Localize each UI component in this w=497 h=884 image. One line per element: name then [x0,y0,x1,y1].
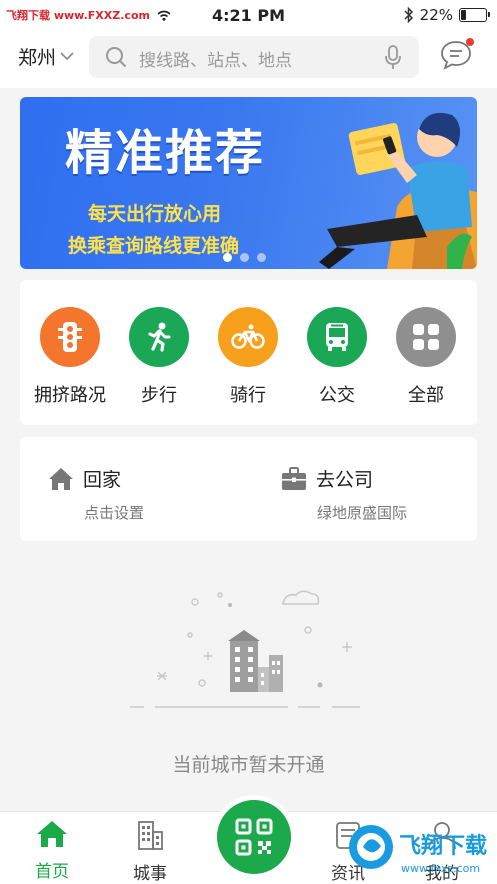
shortcut-places-card: 回家 点击设置 去公司 绿地原盛国际 [20,437,477,541]
bicycle-icon [218,307,278,367]
search-bar[interactable]: 搜线路、站点、地点 [89,36,419,78]
banner-subtitle-1: 每天出行放心用 [88,203,222,225]
top-header: 郑州 搜线路、站点、地点 [0,32,497,88]
carousel-indicator[interactable] [223,253,266,262]
quick-action-label: 全部 [408,385,444,406]
scan-qr-button[interactable] [217,800,291,874]
go-work-shortcut[interactable]: 去公司 绿地原盛国际 [281,465,407,523]
carousel-dot[interactable] [240,253,249,262]
city-unavailable-illustration [130,590,360,708]
svg-text:飞翔下载: 飞翔下载 [399,833,487,859]
quick-action-label: 拥挤路况 [34,385,106,406]
home-icon [49,467,73,490]
tab-home[interactable]: 首页 [12,820,92,882]
building-icon [138,821,163,850]
go-work-title: 去公司 [316,469,374,491]
chevron-down-icon [60,52,74,61]
carousel-dot[interactable] [223,253,232,262]
quick-action-label: 公交 [319,385,355,406]
bluetooth-icon [404,7,413,23]
empty-state-message: 当前城市暂未开通 [172,754,325,776]
quick-action-label: 步行 [141,385,177,406]
notification-dot [466,38,474,46]
carousel-dot[interactable] [257,253,266,262]
quick-action-bus[interactable]: 公交 [292,307,382,407]
quick-action-bike[interactable]: 骑行 [203,307,293,407]
search-icon [106,47,127,68]
quick-action-traffic[interactable]: 拥挤路况 [25,307,115,407]
banner-title: 精准推荐 [65,125,266,181]
city-name: 郑州 [18,47,57,69]
banner-illustration [319,112,477,269]
banner-subtitle-2: 换乘查询路线更准确 [68,235,240,257]
watermark-logo: 飞翔下载 www.fxxz.com [349,825,487,875]
microphone-icon[interactable] [385,45,401,70]
message-button[interactable] [440,38,474,74]
walking-icon [129,307,189,367]
grid-icon [396,307,456,367]
traffic-light-icon [40,307,100,367]
go-home-title: 回家 [83,469,122,491]
bus-icon [307,307,367,367]
quick-action-walk[interactable]: 步行 [114,307,204,407]
go-work-subtitle: 绿地原盛国际 [317,504,408,522]
battery-icon [459,8,490,22]
go-home-shortcut[interactable]: 回家 点击设置 [48,465,144,523]
tab-label: 首页 [35,862,69,882]
quick-action-label: 骑行 [230,385,266,406]
tab-city[interactable]: 城事 [110,820,190,884]
quick-action-all[interactable]: 全部 [381,307,471,407]
quick-actions-card: 拥挤路况 步行 骑行 公交 全部 [20,280,477,425]
svg-text:www.fxxz.com: www.fxxz.com [401,862,480,875]
qr-code-icon [235,818,273,856]
search-placeholder: 搜线路、站点、地点 [139,51,292,71]
promo-banner[interactable]: 精准推荐 每天出行放心用 换乘查询路线更准确 [20,97,477,269]
battery-percent: 22% [419,6,453,24]
status-bar: 飞翔下载 www.FXXZ.com 4:21 PM 22% [0,0,497,32]
briefcase-icon [282,466,306,490]
city-selector[interactable]: 郑州 [18,43,74,70]
go-home-subtitle: 点击设置 [84,504,145,522]
home-icon [37,821,67,847]
tab-label: 城事 [133,864,167,884]
